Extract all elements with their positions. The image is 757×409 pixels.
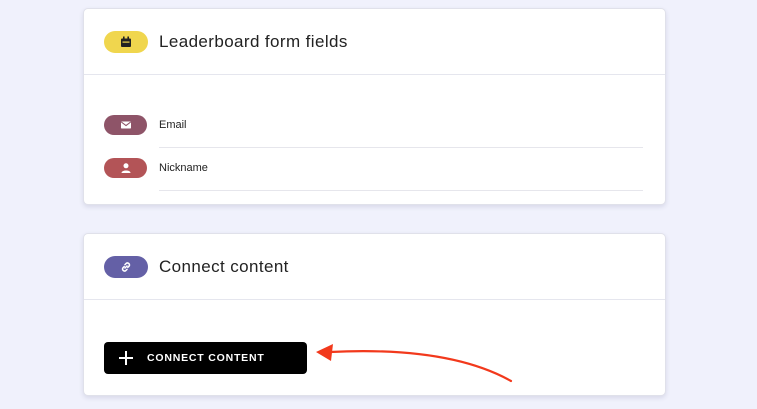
- leaderboard-badge: [104, 31, 148, 53]
- plus-icon: [119, 351, 133, 365]
- connect-badge: [104, 256, 148, 278]
- envelope-icon: [120, 121, 131, 129]
- connect-content-button[interactable]: CONNECT CONTENT: [104, 342, 307, 374]
- connect-content-card: Connect content CONNECT CONTENT: [83, 233, 666, 396]
- divider: [159, 190, 643, 191]
- connect-card-header: Connect content: [84, 234, 665, 300]
- leaderboard-form-fields-card: Leaderboard form fields Email Nickname: [83, 8, 666, 205]
- email-badge: [104, 115, 147, 135]
- leaderboard-card-header: Leaderboard form fields: [84, 9, 665, 75]
- person-icon: [121, 163, 130, 173]
- link-icon: [121, 262, 131, 272]
- form-field-email[interactable]: Email: [84, 105, 665, 148]
- nickname-badge: [104, 158, 147, 178]
- calendar-badge-icon: [121, 36, 131, 47]
- connect-card-title: Connect content: [159, 257, 289, 276]
- form-field-nickname[interactable]: Nickname: [84, 148, 665, 191]
- field-label-email: Email: [159, 119, 187, 131]
- leaderboard-card-title: Leaderboard form fields: [159, 32, 348, 51]
- field-label-nickname: Nickname: [159, 162, 208, 174]
- connect-content-button-label: CONNECT CONTENT: [147, 352, 265, 364]
